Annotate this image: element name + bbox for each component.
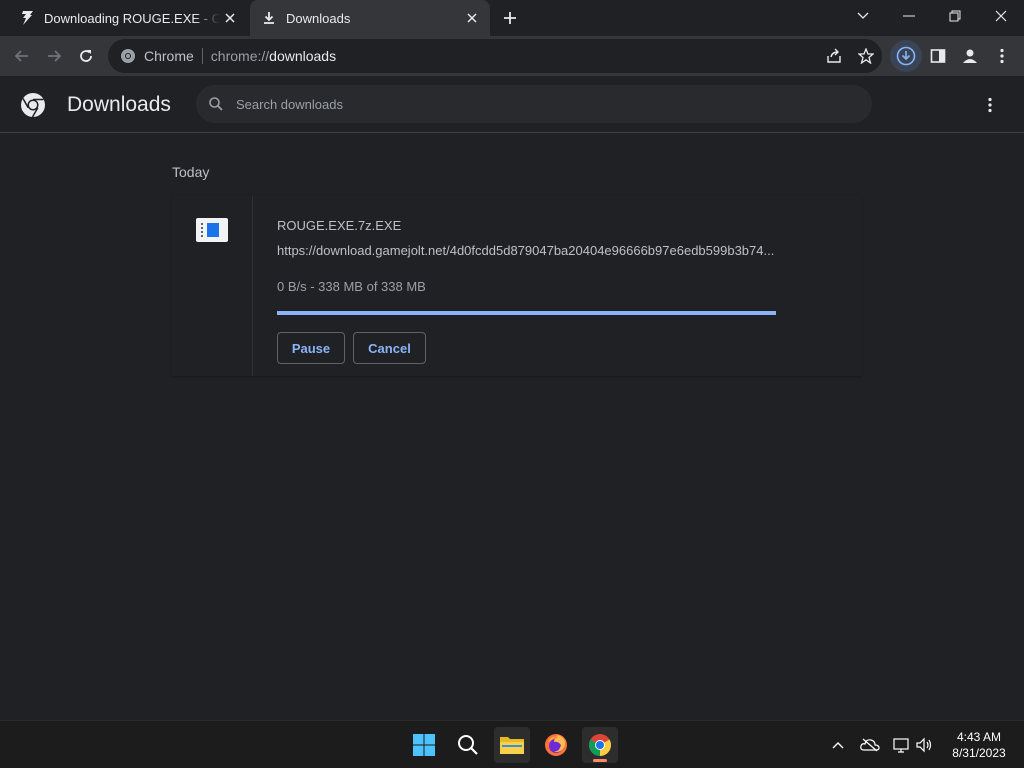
download-indicator-icon[interactable] [890, 40, 922, 72]
bookmark-star-icon[interactable] [850, 40, 882, 72]
reload-icon[interactable] [70, 40, 102, 72]
tab-close-icon[interactable] [220, 8, 240, 28]
pause-button[interactable]: Pause [277, 332, 345, 364]
side-panel-icon[interactable] [922, 40, 954, 72]
address-bar[interactable]: Chrome chrome://downloads [108, 39, 882, 73]
date-section-label: Today [172, 164, 210, 180]
windows-start-icon[interactable] [406, 727, 442, 763]
windows-taskbar: 4:43 AM 8/31/2023 [0, 720, 1024, 768]
toolbar: Chrome chrome://downloads [0, 36, 1024, 76]
download-progress-fill [277, 311, 776, 315]
taskbar-search-icon[interactable] [450, 727, 486, 763]
page-title: Downloads [67, 93, 171, 116]
profile-avatar-icon[interactable] [954, 40, 986, 72]
active-app-indicator [593, 759, 607, 762]
file-type-icon [196, 218, 228, 242]
tray-chevron-up-icon[interactable] [820, 727, 856, 763]
download-source-url[interactable]: https://download.gamejolt.net/4d0fcdd5d8… [277, 243, 777, 258]
downloads-header: Downloads [0, 76, 1024, 133]
minimize-icon[interactable] [886, 0, 932, 32]
new-tab-plus-icon[interactable] [498, 6, 522, 30]
downloads-content: Today ROUGE.EXE.7z.EXE https://download.… [0, 133, 1024, 720]
url-host: downloads [269, 48, 337, 64]
chrome-site-icon [120, 48, 136, 64]
chrome-taskbar-icon[interactable] [582, 727, 618, 763]
download-progress-bar [277, 311, 776, 315]
clock-time: 4:43 AM [956, 730, 1002, 744]
volume-icon[interactable] [906, 727, 942, 763]
share-icon[interactable] [818, 40, 850, 72]
clock-date: 8/31/2023 [952, 746, 1006, 760]
tab-strip: Downloading ROUGE.EXE - Game Jolt Downlo… [0, 0, 1024, 36]
search-input[interactable] [236, 96, 836, 112]
restore-icon[interactable] [932, 0, 978, 32]
tab-search-chevron-icon[interactable] [840, 0, 886, 32]
forward-arrow-icon[interactable] [38, 40, 70, 72]
tab-downloads[interactable]: Downloads [250, 0, 490, 36]
close-window-icon[interactable] [978, 0, 1024, 32]
onedrive-offline-icon[interactable] [852, 727, 888, 763]
file-explorer-icon[interactable] [494, 727, 530, 763]
back-arrow-icon[interactable] [6, 40, 38, 72]
system-clock[interactable]: 4:43 AM 8/31/2023 [944, 729, 1014, 761]
gamejolt-favicon-icon [18, 9, 36, 27]
download-progress-text: 0 B/s - 338 MB of 338 MB [277, 279, 426, 294]
url-scheme: chrome:// [210, 48, 270, 64]
tab-gamejolt[interactable]: Downloading ROUGE.EXE - Game Jolt [8, 0, 248, 36]
download-item-card: ROUGE.EXE.7z.EXE https://download.gamejo… [172, 196, 862, 376]
tab-title: Downloading ROUGE.EXE - Game Jolt [44, 10, 220, 26]
tab-title: Downloads [286, 10, 351, 26]
cancel-button[interactable]: Cancel [353, 332, 426, 364]
downloads-more-menu-icon[interactable] [978, 93, 1002, 117]
card-divider [252, 196, 253, 376]
download-favicon-icon [260, 9, 278, 27]
download-file-name[interactable]: ROUGE.EXE.7z.EXE [277, 218, 401, 233]
firefox-icon[interactable] [538, 727, 574, 763]
omnibox-separator [201, 48, 203, 64]
search-icon [208, 96, 224, 112]
tab-close-icon[interactable] [462, 8, 482, 28]
chrome-logo-icon [20, 92, 46, 118]
chrome-menu-kebab-icon[interactable] [986, 40, 1018, 72]
site-chip-label: Chrome [144, 48, 194, 64]
search-downloads-box[interactable] [196, 85, 872, 123]
